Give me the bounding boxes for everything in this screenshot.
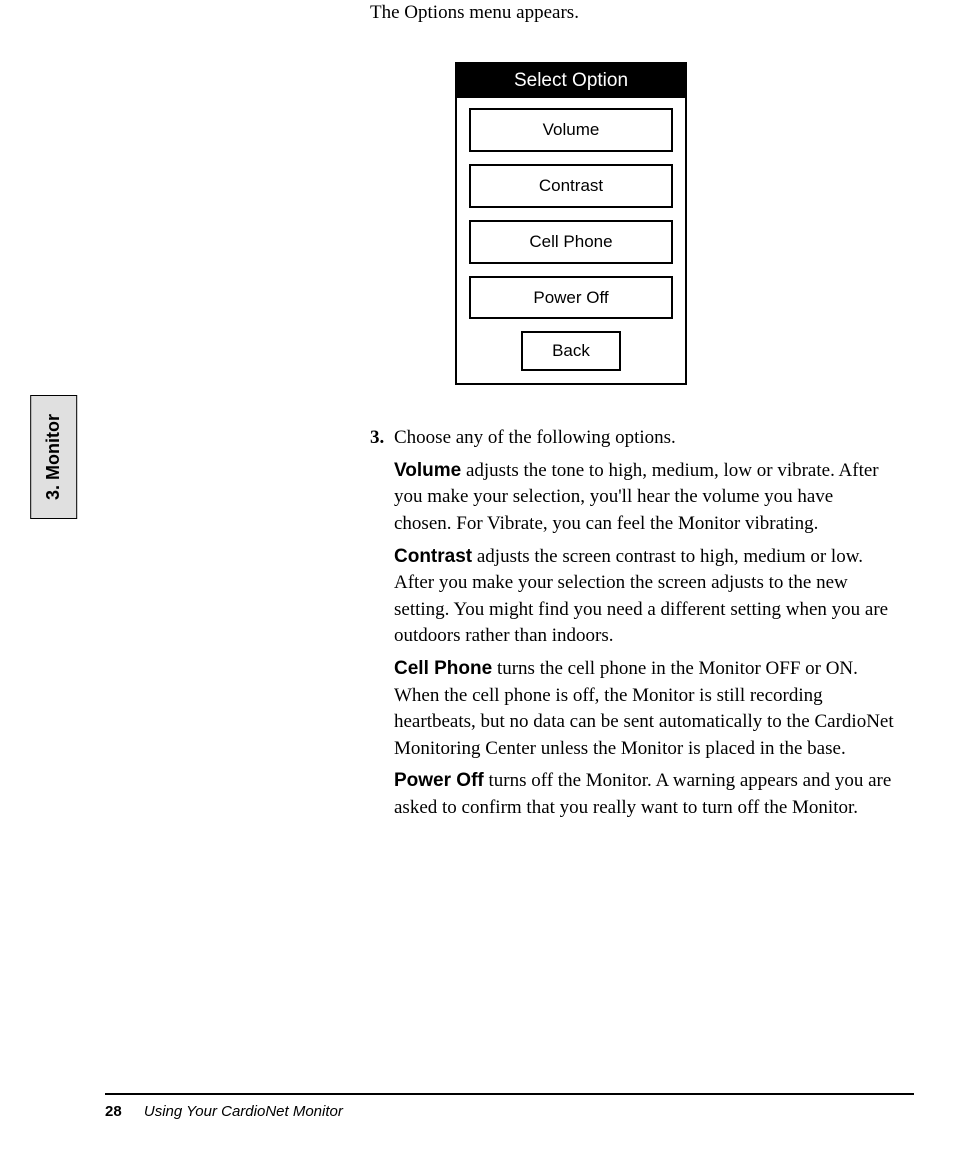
term-volume: Volume [394,460,461,481]
term-power-off: Power Off [394,770,484,791]
step-number: 3. [370,425,388,452]
footer-title: Using Your CardioNet Monitor [144,1103,343,1120]
paragraph-volume: Volume adjusts the tone to high, medium,… [394,458,894,538]
desc-volume: adjusts the tone to high, medium, low or… [394,460,879,534]
options-menu-screenshot: Select Option Volume Contrast Cell Phone… [455,62,687,386]
main-content: The Options menu appears. Select Option … [370,0,894,821]
back-button[interactable]: Back [521,331,621,371]
option-power-off-button[interactable]: Power Off [469,276,673,320]
option-cell-phone-button[interactable]: Cell Phone [469,220,673,264]
step-3: 3. Choose any of the following options. [370,425,894,452]
term-contrast: Contrast [394,546,472,567]
paragraph-power-off: Power Off turns off the Monitor. A warni… [394,768,894,821]
option-volume-button[interactable]: Volume [469,108,673,152]
paragraph-contrast: Contrast adjusts the screen contrast to … [394,544,894,650]
screen-title-bar: Select Option [457,64,685,99]
page-footer: 28 Using Your CardioNet Monitor [105,1093,914,1122]
screen-body: Volume Contrast Cell Phone Power Off Bac… [457,98,685,383]
paragraph-cell-phone: Cell Phone turns the cell phone in the M… [394,656,894,762]
page-number: 28 [105,1103,122,1120]
term-cell-phone: Cell Phone [394,658,492,679]
step-lead-text: Choose any of the following options. [394,425,894,452]
intro-text: The Options menu appears. [370,0,894,27]
option-contrast-button[interactable]: Contrast [469,164,673,208]
chapter-tab: 3. Monitor [30,395,77,519]
